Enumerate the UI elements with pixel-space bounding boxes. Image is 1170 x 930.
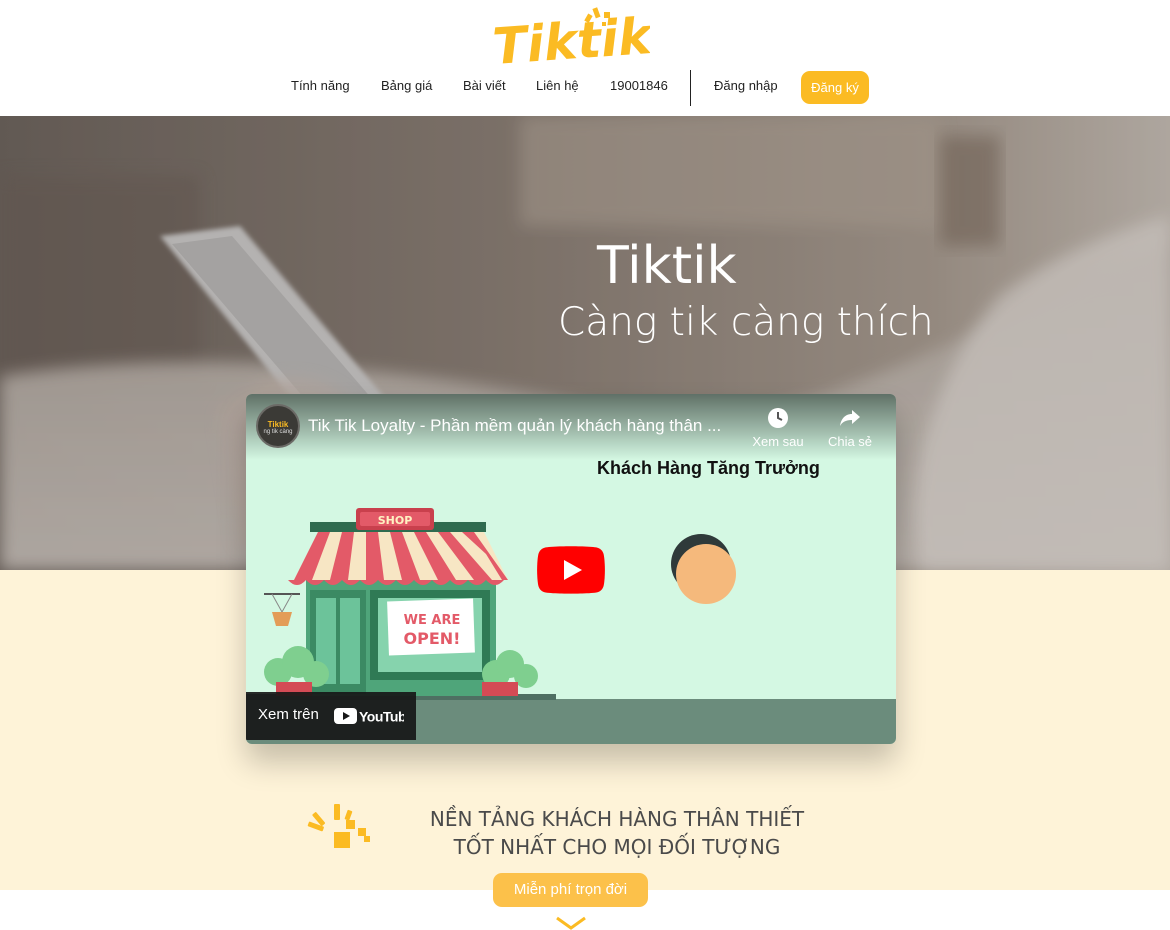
nav-item-pricing[interactable]: Bảng giá <box>381 78 432 93</box>
share-label: Chia sẻ <box>827 434 873 449</box>
play-icon[interactable] <box>537 546 605 594</box>
channel-logo-sub: ng tik càng <box>263 429 293 435</box>
share-icon <box>840 410 860 426</box>
chevron-down-icon[interactable] <box>554 914 588 930</box>
nav-item-articles[interactable]: Bài viết <box>463 78 506 93</box>
nav-item-contact[interactable]: Liên hệ <box>536 78 579 93</box>
share-button[interactable]: Chia sẻ <box>820 406 880 449</box>
tagline: NỀN TẢNG KHÁCH HÀNG THÂN THIẾT TỐT NHẤT … <box>400 805 834 861</box>
youtube-wordmark: YouTube <box>359 709 404 725</box>
site-header: Tiktik Tính năng Bảng giá Bài viết Liên … <box>0 0 1170 116</box>
login-link[interactable]: Đăng nhập <box>714 78 778 93</box>
sparkle-icon <box>307 804 370 848</box>
open-sign-line1: WE ARE <box>404 613 461 628</box>
tagline-line2: TỐT NHẤT CHO MỌI ĐỐI TƯỢNG <box>453 835 781 859</box>
signup-button[interactable]: Đăng ký <box>801 71 869 104</box>
watch-on-youtube-button[interactable]: Xem trên YouTube <box>246 692 416 740</box>
watch-later-button[interactable]: Xem sau <box>748 406 808 449</box>
youtube-embed[interactable]: SHOP WE ARE OPEN! Khách Hàng Tăng Trưởng… <box>246 394 896 744</box>
tiktik-logo[interactable]: Tiktik <box>494 6 650 72</box>
shop-sign-text: SHOP <box>378 514 413 527</box>
free-forever-button[interactable]: Miễn phí trọn đời <box>493 873 648 907</box>
tagline-line1: NỀN TẢNG KHÁCH HÀNG THÂN THIẾT <box>429 807 805 831</box>
nav-item-hotline[interactable]: 19001846 <box>610 78 668 93</box>
video-title[interactable]: Tik Tik Loyalty - Phần mềm quản lý khách… <box>308 416 748 436</box>
hero-subtitle: Càng tik càng thích <box>558 300 934 345</box>
video-scene-heading: Khách Hàng Tăng Trưởng <box>597 458 820 478</box>
watch-on-label: Xem trên <box>258 706 319 723</box>
logo-lettering: Tiktik <box>494 7 650 72</box>
open-sign-line2: OPEN! <box>404 629 461 648</box>
channel-logo-text: Tiktik <box>267 420 289 429</box>
nav-item-features[interactable]: Tính năng <box>291 78 350 93</box>
channel-avatar[interactable]: Tiktik ng tik càng <box>256 404 300 448</box>
nav-divider <box>690 70 691 106</box>
clock-icon <box>768 408 788 428</box>
main-nav: Tính năng Bảng giá Bài viết Liên hệ 1900… <box>0 70 1170 106</box>
youtube-logo: YouTube <box>334 708 404 725</box>
watch-later-label: Xem sau <box>752 434 804 449</box>
hero-title: Tiktik <box>597 236 737 296</box>
